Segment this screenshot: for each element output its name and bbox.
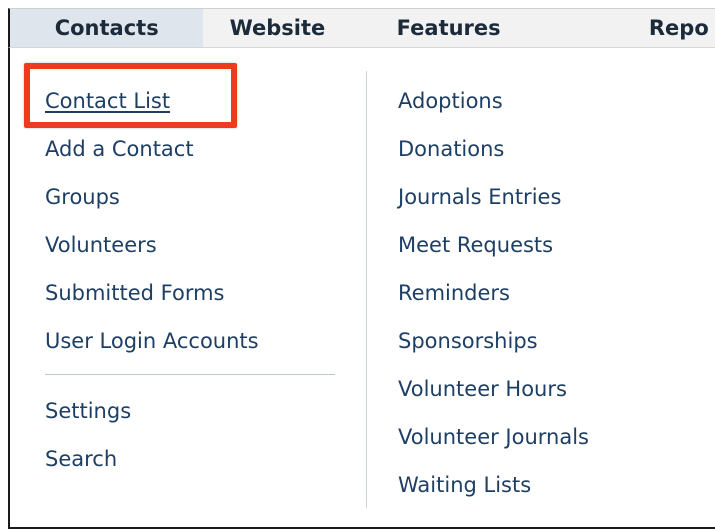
menu-item-meet-requests[interactable]: Meet Requests [398,232,553,258]
menu-item-reminders[interactable]: Reminders [398,280,510,306]
menu-item-contact-list[interactable]: Contact List [45,88,170,114]
menu-item-volunteer-journals[interactable]: Volunteer Journals [398,424,589,450]
tab-website[interactable]: Website [203,9,351,47]
menu-item-adoptions[interactable]: Adoptions [398,88,503,114]
contacts-dropdown-menu: Contact List Add a Contact Groups Volunt… [8,48,715,529]
tab-reports[interactable]: Repo [546,9,715,47]
app-window: Contacts Website Features Repo Contact L… [0,0,715,531]
menu-item-user-login-accounts[interactable]: User Login Accounts [45,328,259,354]
column-separator [366,71,367,508]
menu-item-add-contact[interactable]: Add a Contact [45,136,194,162]
menu-item-donations[interactable]: Donations [398,136,504,162]
tab-features[interactable]: Features [351,9,545,47]
main-nav-bar: Contacts Website Features Repo [8,8,715,48]
menu-item-volunteers[interactable]: Volunteers [45,232,157,258]
menu-item-waiting-lists[interactable]: Waiting Lists [398,472,531,498]
menu-item-search[interactable]: Search [45,446,117,472]
menu-item-groups[interactable]: Groups [45,184,120,210]
menu-item-volunteer-hours[interactable]: Volunteer Hours [398,376,567,402]
menu-item-sponsorships[interactable]: Sponsorships [398,328,538,354]
menu-divider [45,374,335,375]
menu-item-journals-entries[interactable]: Journals Entries [398,184,561,210]
tab-contacts[interactable]: Contacts [10,9,204,47]
menu-item-settings[interactable]: Settings [45,398,131,424]
menu-item-submitted-forms[interactable]: Submitted Forms [45,280,225,306]
